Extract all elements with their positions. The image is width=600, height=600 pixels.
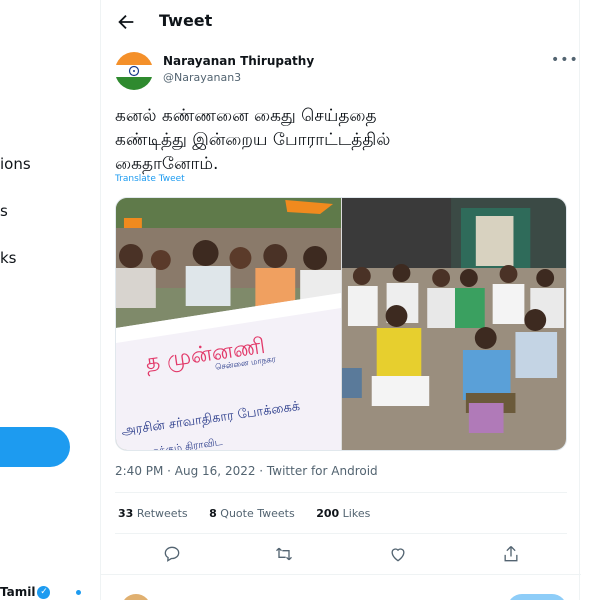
retweet-icon[interactable] (274, 544, 294, 564)
quote-tweets-stat[interactable]: 8 Quote Tweets (209, 507, 295, 520)
author-handle[interactable]: @Narayanan3 (163, 71, 241, 84)
tweet-text-line: கைதானோம். (115, 154, 219, 174)
tweet-text-line: கண்டித்து இன்றைய போராட்டத்தில் (115, 130, 391, 150)
back-arrow-icon[interactable] (115, 11, 137, 33)
avatar[interactable] (115, 52, 153, 90)
account-name: Tamil (0, 585, 36, 599)
likes-stat[interactable]: 200 Likes (316, 507, 370, 520)
nav-item-messages[interactable]: s (0, 202, 8, 220)
protest-photo-right[interactable] (341, 198, 566, 451)
notification-dot-icon (76, 590, 81, 595)
account-switcher[interactable]: Tamil ✓ (0, 585, 51, 599)
likes-label: Likes (342, 507, 371, 520)
retweets-count: 33 (118, 507, 134, 520)
quote-tweets-label: Quote Tweets (220, 507, 295, 520)
divider (115, 492, 567, 493)
retweets-label: Retweets (136, 507, 188, 520)
divider (115, 533, 567, 534)
tweet-text: கனல் கண்ணனை கைது செய்ததை கண்டித்து இன்றை… (115, 104, 565, 176)
tweet-media[interactable]: த முன்னணி சென்னை மாநகர அரசின் சர்வாதிகார… (115, 197, 567, 451)
divider (101, 574, 581, 575)
likes-count: 200 (316, 507, 340, 520)
retweets-stat[interactable]: 33 Retweets (118, 507, 188, 520)
page-title: Tweet (159, 11, 213, 30)
verified-icon: ✓ (37, 586, 51, 599)
nav-item-notifications[interactable]: ions (0, 155, 31, 173)
nav-item-bookmarks[interactable]: ks (0, 249, 17, 267)
author-name[interactable]: Narayanan Thirupathy (163, 54, 314, 68)
left-nav: ions s ks Tamil ✓ (0, 0, 100, 600)
reply-icon[interactable] (162, 544, 182, 564)
like-icon[interactable] (388, 544, 408, 564)
quote-tweets-count: 8 (209, 507, 217, 520)
tweet-stats: 33 Retweets 8 Quote Tweets 200 Likes (118, 507, 370, 520)
tweet-text-line: கனல் கண்ணனை கைது செய்ததை (115, 106, 377, 126)
protest-photo-left[interactable]: த முன்னணி சென்னை மாநகர அரசின் சர்வாதிகார… (116, 198, 341, 451)
reply-button[interactable] (507, 594, 567, 600)
translate-tweet-link[interactable]: Translate Tweet (115, 174, 185, 184)
main-column: Tweet Narayanan Thirupathy @Narayanan3 •… (100, 0, 581, 600)
compose-tweet-button[interactable] (0, 427, 70, 467)
reply-avatar (121, 594, 151, 600)
page-header: Tweet (101, 0, 581, 44)
tweet-timestamp[interactable]: 2:40 PM · Aug 16, 2022 · Twitter for And… (115, 464, 378, 478)
more-options-icon[interactable]: ••• (551, 52, 579, 68)
share-icon[interactable] (501, 544, 521, 564)
tweet-actions (115, 542, 567, 566)
flag-avatar-icon (115, 52, 153, 90)
